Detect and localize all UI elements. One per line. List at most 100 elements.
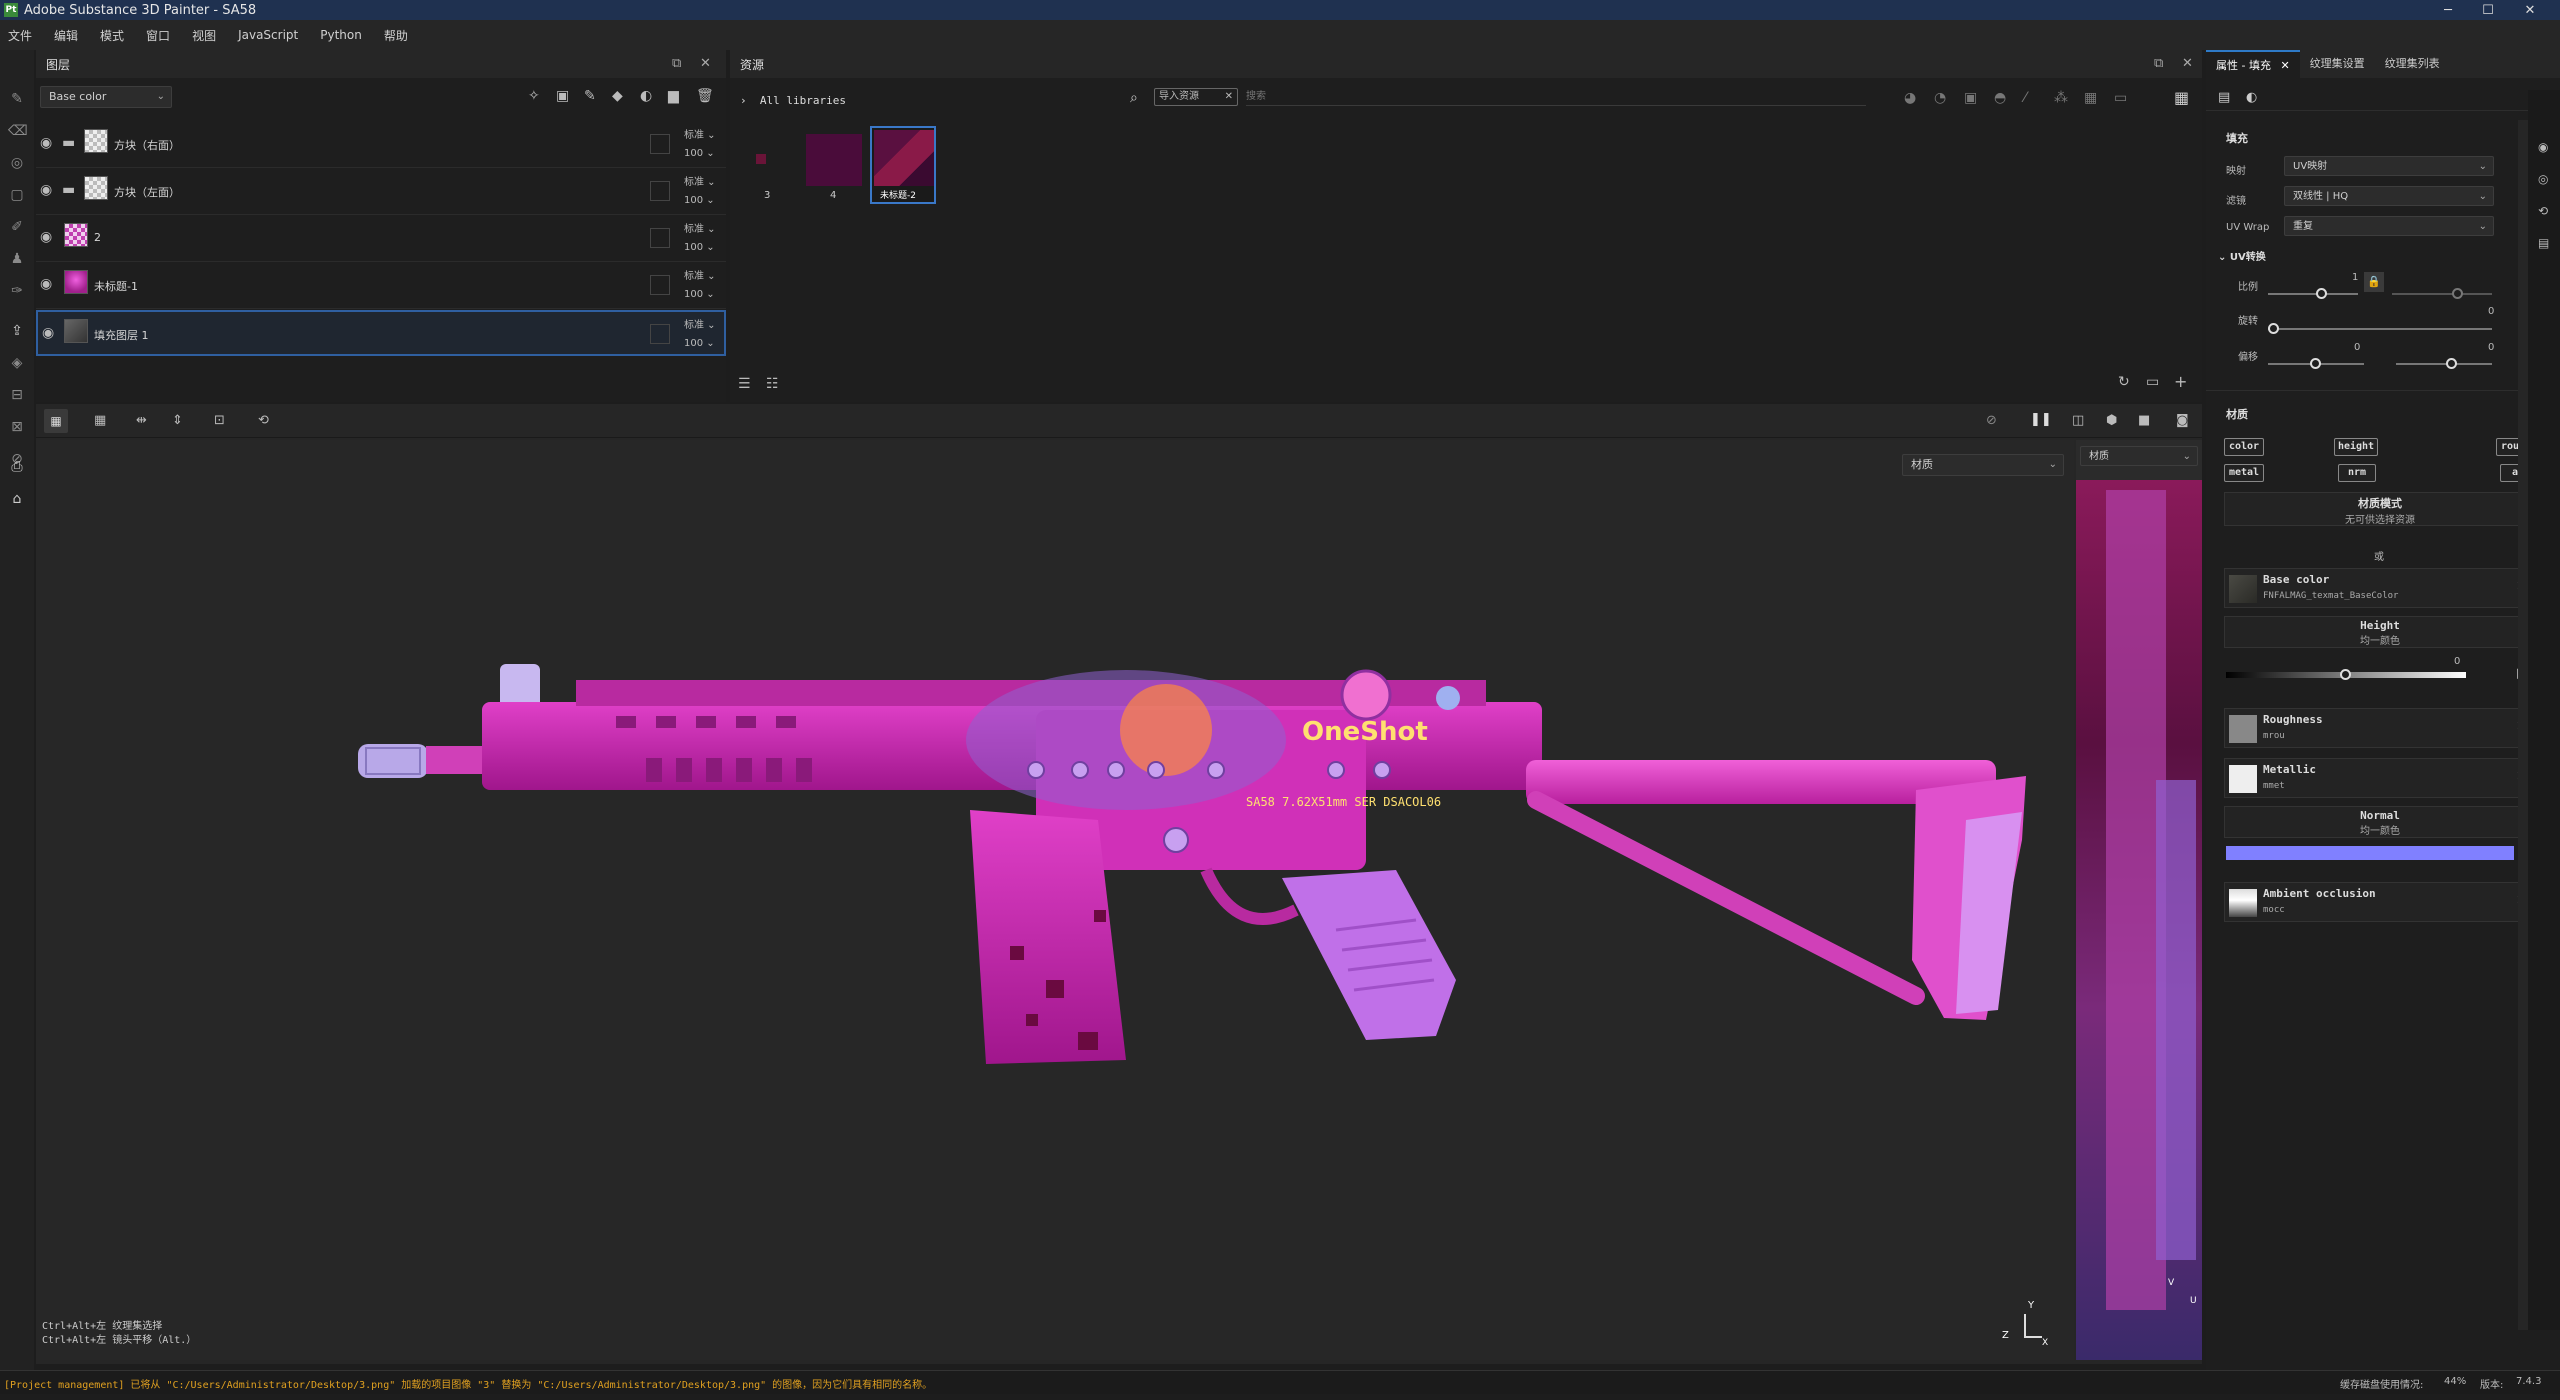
blend-mode[interactable]: 标准 ⌄ <box>684 316 716 331</box>
tab-properties-fill[interactable]: 属性 - 填充 ✕ <box>2206 50 2300 78</box>
height-slot[interactable]: Height 均一颜色 <box>2224 616 2536 648</box>
layer-mask-slot[interactable] <box>650 181 670 201</box>
undock-icon[interactable]: ⧉ <box>2154 56 2163 71</box>
rotation-slider-track[interactable] <box>2268 328 2492 330</box>
blend-mode[interactable]: 标准 ⌄ <box>684 220 716 235</box>
visibility-eye-icon[interactable]: ◉ <box>40 182 52 198</box>
visibility-eye-icon[interactable]: ◉ <box>42 325 54 341</box>
channel-chip-height[interactable]: height <box>2334 438 2378 456</box>
menu-file[interactable]: 文件 <box>8 27 32 44</box>
shader-settings-icon[interactable]: ⌂ <box>8 490 26 508</box>
clone-icon[interactable]: ♟ <box>8 250 26 268</box>
minimize-button[interactable]: ─ <box>2430 0 2466 20</box>
menu-mode[interactable]: 模式 <box>100 27 124 44</box>
menu-edit[interactable]: 编辑 <box>54 27 78 44</box>
geometry-mask-icon[interactable]: ▢ <box>8 186 26 204</box>
blend-mode[interactable]: 标准 ⌄ <box>684 267 716 282</box>
channel-chip-nrm[interactable]: nrm <box>2338 464 2376 482</box>
mapping-select[interactable]: UV映射 ⌄ <box>2284 156 2494 176</box>
particle-filter-icon[interactable]: ⁂ <box>2054 90 2068 106</box>
camera-settings-icon[interactable]: ⎙ <box>8 458 26 476</box>
brush-filter-icon[interactable]: ⁄ <box>2024 90 2026 106</box>
channel-chip-color[interactable]: color <box>2224 438 2264 456</box>
ambient-occlusion-slot[interactable]: Ambient occlusion mocc ✕ <box>2224 882 2536 922</box>
fill-settings-icon[interactable]: ▤ <box>2218 90 2230 105</box>
smart-material-icon[interactable]: ◐ <box>640 88 652 104</box>
close-button[interactable]: ✕ <box>2512 0 2548 20</box>
menu-view[interactable]: 视图 <box>192 27 216 44</box>
undock-icon[interactable]: ⧉ <box>672 56 681 71</box>
asset-thumb-3[interactable] <box>756 154 766 164</box>
projection-icon[interactable]: ◎ <box>8 154 26 172</box>
generator-filter-icon[interactable]: ◓ <box>1994 90 2006 106</box>
viewport-3d[interactable]: 材质 ⌄ SA58 7.62X51mm SER DSACOL06 OneShot… <box>36 440 2074 1360</box>
base-color-slot[interactable]: Base color FNFALMAG_texmat_BaseColor ✕ <box>2224 568 2536 608</box>
single-view-icon[interactable]: ▦ <box>44 409 68 433</box>
shader-icon[interactable]: ◎ <box>2538 172 2548 186</box>
filter-select[interactable]: 双线性 | HQ ⌄ <box>2284 186 2494 206</box>
display-mode-icon[interactable]: ◫ <box>2072 413 2084 428</box>
mask-filter-icon[interactable]: ▣ <box>1964 90 1977 106</box>
normal-color-swatch[interactable] <box>2226 846 2514 860</box>
filter-chip[interactable]: 导入资源 ✕ <box>1154 88 1238 106</box>
delete-layer-icon[interactable]: 🗑 <box>696 88 714 104</box>
history-icon[interactable]: ⟲ <box>258 413 269 428</box>
height-slider-handle[interactable] <box>2340 669 2351 680</box>
view-options-icon[interactable]: ☷ <box>766 376 779 392</box>
camera-icon[interactable]: ■ <box>2138 413 2150 428</box>
texture-filter-icon[interactable]: ▦ <box>2084 90 2097 106</box>
bake-icon[interactable]: ⇪ <box>8 322 26 340</box>
scale-y-slider-track[interactable] <box>2392 293 2492 295</box>
material-settings-icon[interactable]: ◐ <box>2246 90 2257 105</box>
properties-scrollbar[interactable] <box>2518 120 2528 1330</box>
visibility-eye-icon[interactable]: ◉ <box>40 229 52 245</box>
scale-y-slider-handle[interactable] <box>2452 288 2463 299</box>
import-icon[interactable]: ▭ <box>2146 374 2159 390</box>
paint-brush-icon[interactable]: ✎ <box>8 90 26 108</box>
log-icon[interactable]: ▤ <box>2538 236 2549 250</box>
blend-mode[interactable]: 标准 ⌄ <box>684 126 716 141</box>
pause-icon[interactable]: ❚❚ <box>2030 412 2052 427</box>
visibility-eye-icon[interactable]: ◉ <box>40 135 52 151</box>
environment-filter-icon[interactable]: ▭ <box>2114 90 2127 106</box>
close-panel-icon[interactable]: ✕ <box>2182 56 2193 71</box>
search-input[interactable] <box>1246 88 1866 106</box>
text-tool-icon[interactable]: ⊟ <box>8 386 26 404</box>
asset-thumb-4[interactable] <box>806 134 862 186</box>
grid-view-icon[interactable]: ▦ <box>2174 88 2189 107</box>
offset-y-slider-track[interactable] <box>2396 363 2492 365</box>
scale-slider-handle[interactable] <box>2316 288 2327 299</box>
library-breadcrumb[interactable]: › All libraries <box>740 94 846 107</box>
mirror-icon[interactable]: ⇹ <box>136 413 147 428</box>
layer-row[interactable]: ◉ 未标题-1 标准 ⌄ 100 ⌄ <box>36 263 726 309</box>
asset-thumb-selected[interactable]: 未标题-2 <box>870 126 936 204</box>
smudge-icon[interactable]: ✐ <box>8 218 26 236</box>
screenshot-icon[interactable]: ◙ <box>2176 413 2189 428</box>
lock-icon[interactable]: 🔒 <box>2364 272 2384 292</box>
layer-row[interactable]: ◉ ▬ 方块（右面） 标准 ⌄ 100 ⌄ <box>36 122 726 168</box>
polygon-fill-icon[interactable]: ◈ <box>8 354 26 372</box>
symmetry-icon[interactable]: ⇕ <box>172 413 183 428</box>
uvwrap-select[interactable]: 重复 ⌄ <box>2284 216 2494 236</box>
layer-row[interactable]: ◉ ▬ 方块（左面） 标准 ⌄ 100 ⌄ <box>36 169 726 215</box>
layer-opacity[interactable]: 100 ⌄ <box>684 242 715 253</box>
add-folder-icon[interactable]: ▆ <box>668 88 679 104</box>
tab-texture-set-list[interactable]: 纹理集列表 <box>2375 50 2450 78</box>
layer-row[interactable]: ◉ 2 标准 ⌄ 100 ⌄ <box>36 216 726 262</box>
offset-x-slider-handle[interactable] <box>2310 358 2321 369</box>
viewport-2d[interactable]: 材质 ⌄ V U <box>2076 440 2202 1360</box>
visibility-eye-icon[interactable]: ◉ <box>40 276 52 292</box>
tab-texture-set-settings[interactable]: 纹理集设置 <box>2300 50 2375 78</box>
picker-icon[interactable]: ✑ <box>8 282 26 300</box>
close-panel-icon[interactable]: ✕ <box>700 56 711 71</box>
scale-slider-track[interactable] <box>2268 293 2358 295</box>
layer-opacity[interactable]: 100 ⌄ <box>684 148 715 159</box>
add-mask-icon[interactable]: ▣ <box>556 88 569 104</box>
layer-mask-slot[interactable] <box>650 134 670 154</box>
layer-mask-slot[interactable] <box>650 324 670 344</box>
effects-icon[interactable]: ✧ <box>528 88 540 104</box>
channel-select[interactable]: Base color ⌄ <box>40 86 172 108</box>
frame-icon[interactable]: ⊡ <box>214 413 225 428</box>
smart-material-filter-icon[interactable]: ◔ <box>1934 90 1946 106</box>
roughness-slot[interactable]: Roughness mrou ✕ <box>2224 708 2536 748</box>
